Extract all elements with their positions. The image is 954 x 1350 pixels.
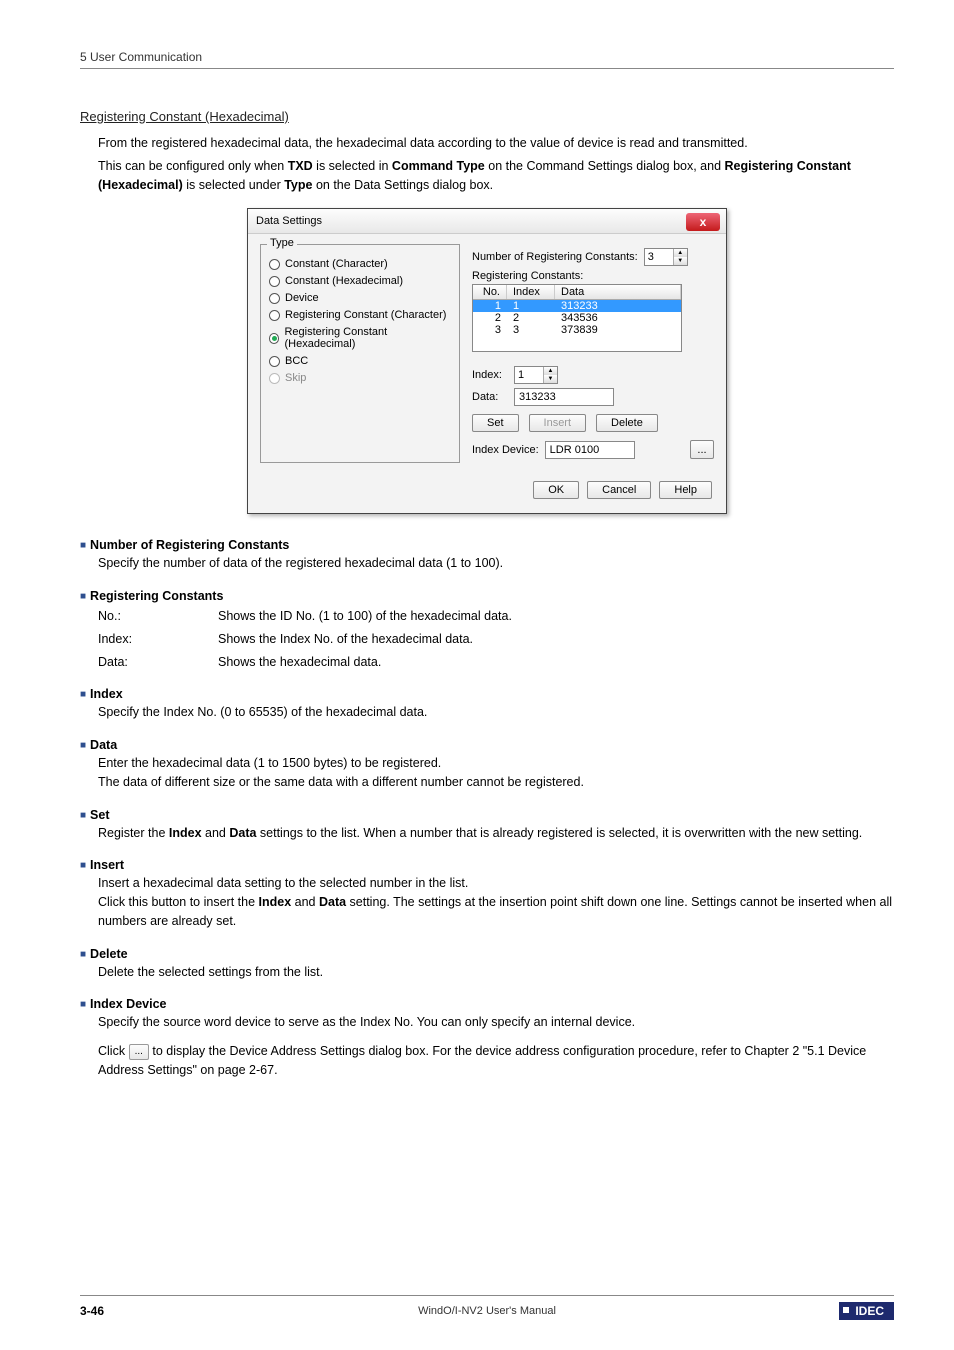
dialog-titlebar[interactable]: Data Settings x: [248, 209, 726, 234]
radio-icon: [269, 259, 280, 270]
cancel-button[interactable]: Cancel: [587, 481, 651, 499]
list-row[interactable]: 2 2 343536: [473, 312, 681, 324]
data-settings-dialog: Data Settings x Type Constant (Character…: [247, 208, 727, 514]
help-button[interactable]: Help: [659, 481, 712, 499]
desc-heading: ■Insert: [80, 858, 894, 872]
browse-button[interactable]: ...: [690, 440, 714, 459]
desc-heading: ■Registering Constants: [80, 589, 894, 603]
radio-icon: [269, 333, 279, 344]
type-legend: Type: [267, 237, 297, 249]
list-row[interactable]: 3 3 373839: [473, 324, 681, 336]
desc-heading: ■Data: [80, 738, 894, 752]
section-title: Registering Constant (Hexadecimal): [80, 109, 894, 124]
spinner-arrows[interactable]: ▲▼: [543, 367, 557, 383]
desc-heading: ■Set: [80, 808, 894, 822]
radio-constant-character[interactable]: Constant (Character): [269, 258, 451, 270]
page-footer: 3-46 WindO/I-NV2 User's Manual IDEC: [80, 1295, 894, 1320]
radio-constant-hex[interactable]: Constant (Hexadecimal): [269, 275, 451, 287]
index-label: Index:: [472, 369, 508, 381]
num-constants-spinner[interactable]: ▲▼: [644, 248, 688, 266]
index-device-input[interactable]: [545, 441, 635, 459]
data-label: Data:: [472, 391, 508, 403]
radio-icon: [269, 276, 280, 287]
desc-heading: ■Number of Registering Constants: [80, 538, 894, 552]
bullet-icon: ■: [80, 689, 86, 700]
index-device-label: Index Device:: [472, 444, 539, 456]
delete-button[interactable]: Delete: [596, 414, 658, 432]
desc-heading: ■Index: [80, 687, 894, 701]
radio-device[interactable]: Device: [269, 292, 451, 304]
bullet-icon: ■: [80, 740, 86, 751]
radio-icon: [269, 293, 280, 304]
bullet-icon: ■: [80, 810, 86, 821]
bullet-icon: ■: [80, 860, 86, 871]
intro-line-2: This can be configured only when TXD is …: [98, 157, 894, 195]
radio-skip: Skip: [269, 372, 451, 384]
desc-heading: ■Delete: [80, 947, 894, 961]
chapter-label: 5 User Communication: [80, 50, 202, 64]
radio-icon: [269, 356, 280, 367]
list-row[interactable]: 1 1 313233: [473, 300, 681, 312]
bullet-icon: ■: [80, 591, 86, 602]
radio-registering-constant-character[interactable]: Registering Constant (Character): [269, 309, 451, 321]
bullet-icon: ■: [80, 999, 86, 1010]
num-constants-input[interactable]: [645, 251, 673, 263]
close-icon[interactable]: x: [686, 213, 720, 231]
index-spinner[interactable]: ▲▼: [514, 366, 558, 384]
list-header: No. Index Data: [473, 285, 681, 300]
footer-title: WindO/I-NV2 User's Manual: [80, 1305, 894, 1317]
intro-line-1: From the registered hexadecimal data, th…: [98, 134, 894, 153]
radio-bcc[interactable]: BCC: [269, 355, 451, 367]
brand-logo: IDEC: [839, 1302, 894, 1320]
bullet-icon: ■: [80, 949, 86, 960]
radio-icon: [269, 373, 280, 384]
ok-button[interactable]: OK: [533, 481, 579, 499]
insert-button[interactable]: Insert: [529, 414, 587, 432]
spinner-arrows[interactable]: ▲▼: [673, 249, 687, 265]
registering-constants-list[interactable]: No. Index Data 1 1 313233 2 2 343536: [472, 284, 682, 352]
index-input[interactable]: [515, 369, 543, 381]
registering-constants-label: Registering Constants:: [472, 270, 714, 282]
data-input[interactable]: [514, 388, 614, 406]
type-groupbox: Type Constant (Character) Constant (Hexa…: [260, 244, 460, 463]
radio-registering-constant-hex[interactable]: Registering Constant (Hexadecimal): [269, 326, 451, 350]
desc-heading: ■Index Device: [80, 997, 894, 1011]
browse-icon: ...: [129, 1044, 149, 1060]
num-constants-label: Number of Registering Constants:: [472, 251, 638, 263]
bullet-icon: ■: [80, 540, 86, 551]
radio-icon: [269, 310, 280, 321]
page-header: 5 User Communication: [80, 50, 894, 69]
dialog-title: Data Settings: [256, 215, 322, 227]
set-button[interactable]: Set: [472, 414, 519, 432]
